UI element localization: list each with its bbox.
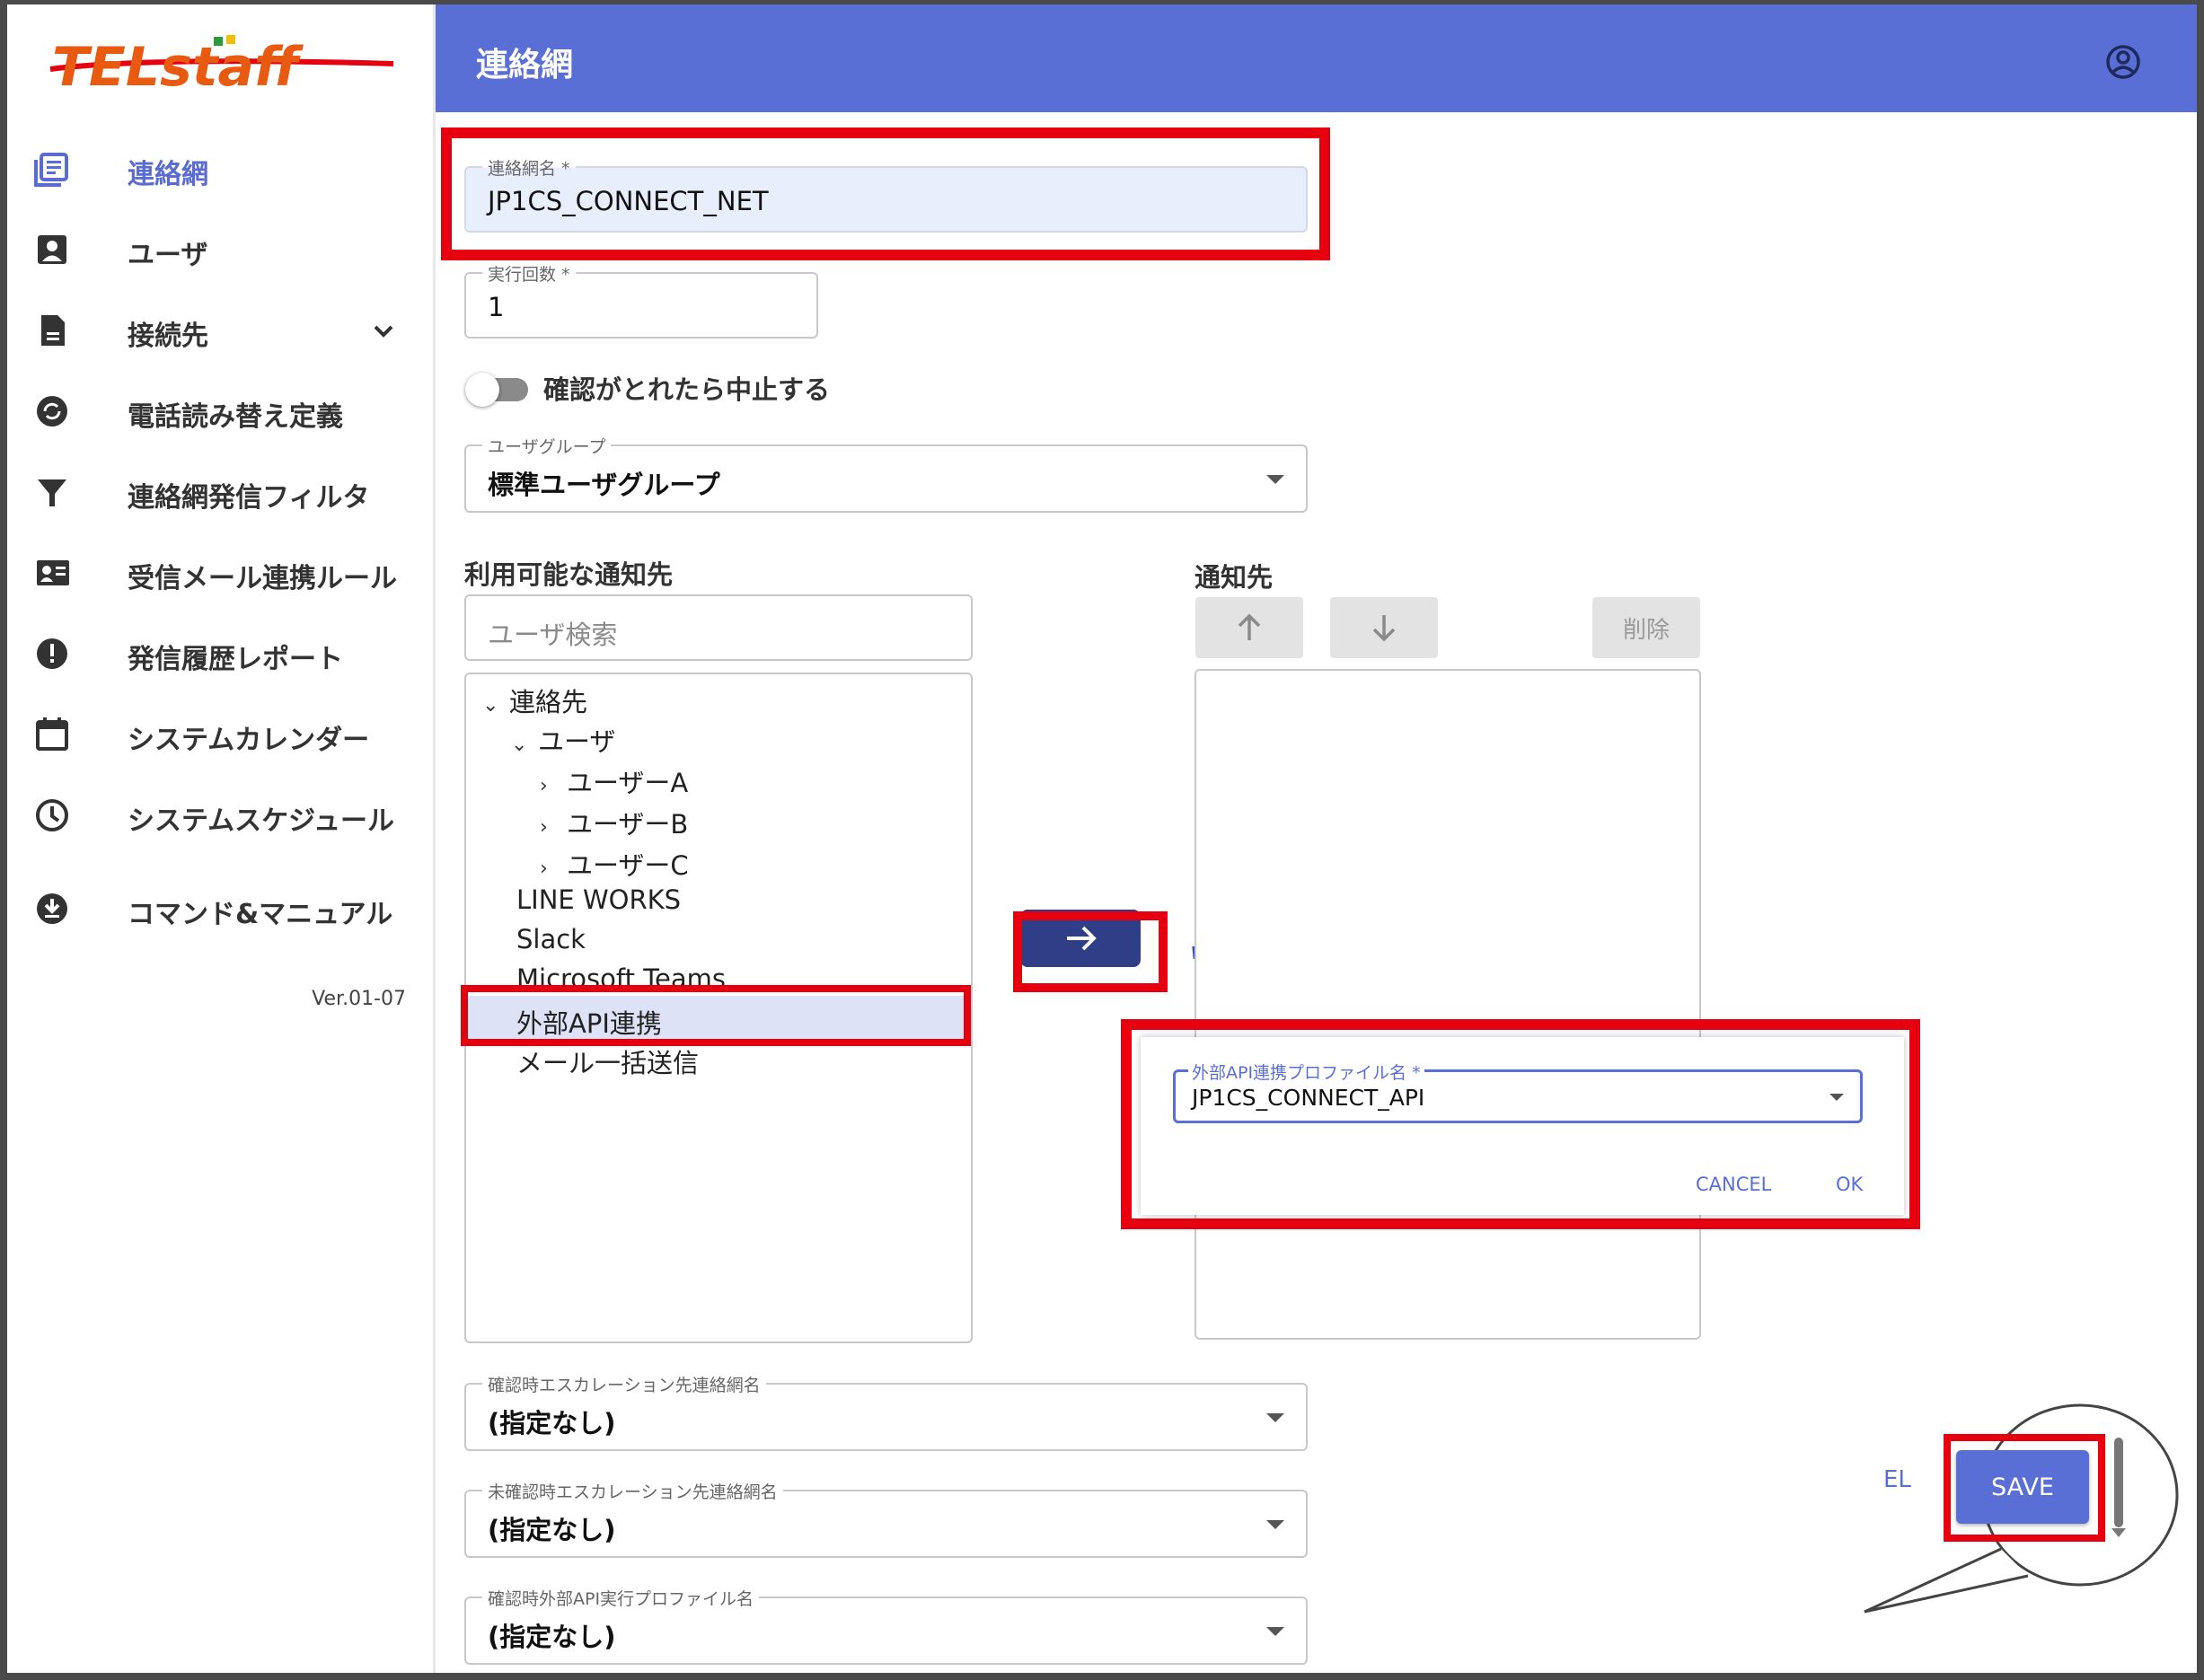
sidebar-item-label: 受信メール連携ルール — [128, 563, 397, 594]
available-targets-title: 利用可能な通知先 — [464, 559, 674, 590]
sidebar-item-command-manual[interactable]: コマンド&マニュアル — [7, 877, 429, 940]
chevron-down-icon: ⌄ — [482, 694, 499, 717]
scrollbar-thumb[interactable] — [2114, 1438, 2123, 1527]
dropdown-arrow-icon — [1266, 1520, 1284, 1529]
page-title: 連絡網 — [476, 47, 574, 84]
tree-item-user-a[interactable]: › ユーザーA — [540, 762, 688, 800]
svg-text:TELstaff: TELstaff — [52, 36, 304, 99]
delete-button[interactable]: 削除 — [1592, 597, 1700, 658]
confirmed-escalation-select[interactable]: 確認時エスカレーション先連絡網名 (指定なし) — [464, 1372, 1308, 1451]
chevron-right-icon: › — [540, 816, 548, 839]
sidebar-item-label: ユーザ — [128, 240, 208, 271]
dropdown-arrow-icon — [1266, 475, 1284, 484]
version-label: Ver.01-07 — [312, 988, 406, 1010]
chevron-right-icon: › — [540, 858, 548, 880]
move-down-button[interactable] — [1330, 597, 1438, 658]
chevron-down-icon: ⌄ — [511, 734, 528, 756]
highlight-dialog — [1121, 1019, 1920, 1229]
user-group-select[interactable]: ユーザグループ 標準ユーザグループ — [464, 434, 1308, 513]
highlight-save-button — [1944, 1434, 2105, 1542]
move-up-button[interactable] — [1195, 597, 1303, 658]
highlight-network-name — [441, 128, 1330, 260]
chevron-right-icon: › — [540, 775, 548, 797]
sidebar-item-user[interactable]: ユーザ — [7, 218, 429, 281]
tree-item-mail-bulk[interactable]: メール一括送信 — [516, 1042, 699, 1080]
toggle-knob — [465, 373, 499, 407]
sidebar-item-system-calendar[interactable]: システムカレンダー — [7, 703, 429, 766]
sidebar-item-contact-network[interactable]: 連絡網 — [7, 137, 429, 200]
sidebar-item-send-filter[interactable]: 連絡網発信フィルタ — [7, 461, 429, 523]
dropdown-arrow-icon — [1266, 1413, 1284, 1422]
sidebar-item-label: 電話読み替え定義 — [128, 401, 343, 433]
refresh-icon — [37, 396, 67, 427]
tree-item-line-works[interactable]: LINE WORKS — [516, 884, 681, 915]
calendar-icon — [36, 717, 68, 751]
sidebar-item-label: 接続先 — [128, 321, 208, 352]
account-box-icon — [38, 235, 66, 264]
sidebar-item-label: 連絡網発信フィルタ — [128, 482, 370, 514]
run-count-field[interactable]: 実行回数 * 1 — [464, 261, 818, 339]
sidebar-item-system-schedule[interactable]: システムスケジュール — [7, 784, 429, 847]
tree-item-user-c[interactable]: › ユーザーC — [540, 845, 689, 883]
user-search-input[interactable]: ユーザ検索 — [464, 594, 973, 661]
sidebar-item-connections[interactable]: 接続先 — [7, 299, 429, 362]
callout-cancel-fragment[interactable]: EL — [1880, 1466, 1915, 1493]
app-header: 連絡網 — [436, 4, 2197, 112]
targets-title: 通知先 — [1195, 562, 1274, 593]
list-icon — [34, 153, 68, 187]
document-icon — [41, 315, 65, 346]
stop-on-confirm-label: 確認がとれたら中止する — [543, 374, 831, 405]
sidebar-item-mail-rules[interactable]: 受信メール連携ルール — [7, 541, 429, 604]
arrow-down-icon — [1372, 615, 1396, 642]
sidebar-item-label: システムカレンダー — [128, 725, 370, 756]
tree-item-users[interactable]: ⌄ ユーザ — [511, 721, 615, 759]
tree-item-slack[interactable]: Slack — [516, 924, 586, 954]
chevron-down-icon — [374, 325, 393, 338]
account-circle-icon[interactable] — [2105, 44, 2141, 80]
filter-icon — [38, 479, 66, 506]
arrow-up-icon — [1238, 613, 1261, 640]
tree-item-contacts[interactable]: ⌄ 連絡先 — [482, 682, 587, 719]
sidebar-item-history-report[interactable]: 発信履歴レポート — [7, 622, 429, 685]
app-window: TELstaff 連絡網 ユーザ 接続先 電話読み替え定義 連絡網発信フィルタ — [7, 4, 2197, 1673]
highlight-add-button — [1013, 911, 1168, 992]
highlight-external-api — [461, 985, 971, 1046]
unconfirmed-escalation-select[interactable]: 未確認時エスカレーション先連絡網名 (指定なし) — [464, 1479, 1308, 1558]
telstaff-logo: TELstaff — [43, 30, 402, 101]
sidebar-item-label: 連絡網 — [128, 159, 208, 190]
download-icon — [37, 893, 67, 924]
api-exec-profile-select[interactable]: 確認時外部API実行プロファイル名 (指定なし) — [464, 1586, 1308, 1665]
scroll-down-icon[interactable] — [2111, 1528, 2126, 1537]
sidebar-item-label: システムスケジュール — [128, 805, 394, 837]
sidebar-item-label: 発信履歴レポート — [128, 644, 343, 675]
targets-list — [1195, 669, 1701, 1340]
clock-icon — [36, 799, 68, 831]
sidebar-item-label: コマンド&マニュアル — [128, 899, 393, 930]
contact-card-icon — [37, 560, 69, 585]
dropdown-arrow-icon — [1266, 1627, 1284, 1636]
alert-icon — [37, 638, 67, 669]
sidebar-item-phone-rewrite[interactable]: 電話読み替え定義 — [7, 380, 429, 443]
tree-item-user-b[interactable]: › ユーザーB — [540, 804, 688, 841]
sidebar: TELstaff 連絡網 ユーザ 接続先 電話読み替え定義 連絡網発信フィルタ — [7, 4, 436, 1673]
